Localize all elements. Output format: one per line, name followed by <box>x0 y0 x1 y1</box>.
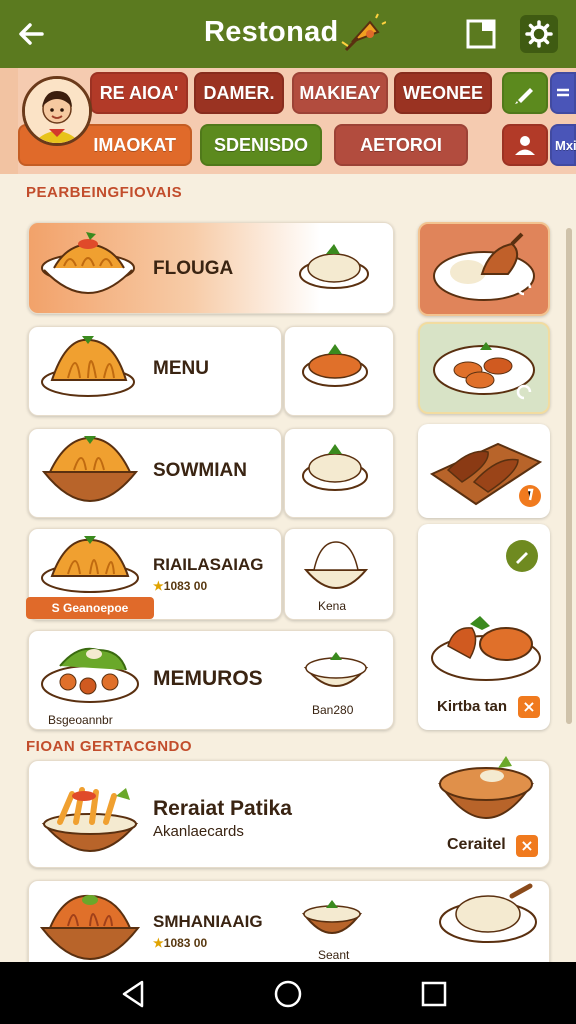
app-bar: Restonad <box>0 0 576 68</box>
edit-chip[interactable] <box>502 72 548 114</box>
close-icon[interactable]: × <box>516 835 538 857</box>
item-title: SOWMIAN <box>153 460 247 481</box>
side-item[interactable] <box>418 424 550 518</box>
item-subtitle: Bsgeoannbr <box>48 713 113 727</box>
stew-bowl-icon <box>39 894 141 960</box>
category-chip[interactable]: DAMER. <box>194 72 284 114</box>
category-chip[interactable]: Mxi <box>550 124 576 166</box>
roll-plate-icon <box>431 616 541 681</box>
bun-bowl-icon <box>41 436 139 502</box>
item-title: RIAILASAIAG <box>153 555 264 574</box>
dip-bowl-icon <box>302 900 362 934</box>
item-price: Ban280 <box>312 703 354 717</box>
refresh-icon <box>516 384 532 400</box>
feature-subtitle: Akanlaecards <box>153 823 244 840</box>
feature-title: Reraiat Patika <box>153 797 292 820</box>
item-price: Kena <box>318 599 347 613</box>
item-title: FLOUGA <box>153 258 234 279</box>
side-item-label: Kirtba tan <box>437 698 508 715</box>
window-icon[interactable] <box>462 15 500 53</box>
croissant-plate-icon <box>41 336 135 397</box>
recents-icon[interactable] <box>414 974 454 1014</box>
item-title: MEMUROS <box>153 667 263 690</box>
system-nav-bar <box>0 962 576 1024</box>
noodle-bowl-icon <box>41 232 135 294</box>
menu-icon <box>557 88 569 97</box>
salad-plate-icon <box>41 647 139 703</box>
gear-icon[interactable] <box>520 15 558 53</box>
category-chip[interactable]: AETOROI <box>334 124 468 166</box>
rice-plate-icon <box>439 883 537 943</box>
feature-label: Ceraitel <box>447 836 506 853</box>
soup-bowl-icon <box>438 756 534 819</box>
curry-bowl-icon <box>302 344 368 387</box>
sausage-board-icon <box>429 442 543 507</box>
fries-bowl-icon <box>41 787 139 852</box>
section-header: PEARBEINGFIOVAIS <box>26 184 183 201</box>
rice-bowl-icon <box>302 444 368 491</box>
category-chip[interactable]: SDENISDO <box>200 124 322 166</box>
edit-icon <box>515 88 533 104</box>
drumstick-plate-icon <box>433 232 535 301</box>
rating: ★1083 00 <box>153 936 208 950</box>
side-item[interactable] <box>418 222 550 316</box>
category-chip[interactable]: RE AIOA' <box>90 72 188 114</box>
close-icon[interactable]: × <box>518 696 540 718</box>
pencil-icon[interactable] <box>506 540 538 572</box>
dumpling-bowl-icon <box>303 541 369 589</box>
feature-title: SMHANIAAIG <box>153 912 263 931</box>
rice-plate-icon <box>299 244 369 289</box>
item-price: Seant <box>318 948 350 962</box>
user-chip[interactable] <box>502 124 548 166</box>
user-icon <box>515 136 535 155</box>
rating: ★1083 00 <box>153 579 208 593</box>
item-title: MENU <box>153 358 209 379</box>
promo-tag: S Geanoepoe <box>26 597 154 619</box>
section-header: FIOAN GERTACGNDO <box>26 738 193 755</box>
app-title: Restonad <box>204 16 339 48</box>
skewer-plate-icon <box>433 342 535 400</box>
bell-logo-icon <box>338 12 387 58</box>
category-chip[interactable]: MAKIEAY <box>292 72 388 114</box>
back-arrow-icon[interactable] <box>14 16 50 52</box>
pasta-plate-icon <box>41 536 139 593</box>
back-icon[interactable] <box>114 974 154 1014</box>
side-item[interactable] <box>418 322 550 414</box>
avatar[interactable] <box>22 76 92 146</box>
home-icon[interactable] <box>268 974 308 1014</box>
menu-chip[interactable] <box>550 72 576 114</box>
scrollbar[interactable] <box>566 228 572 724</box>
soup-bowl-icon <box>303 652 369 687</box>
category-chip[interactable]: WEONEE <box>394 72 492 114</box>
